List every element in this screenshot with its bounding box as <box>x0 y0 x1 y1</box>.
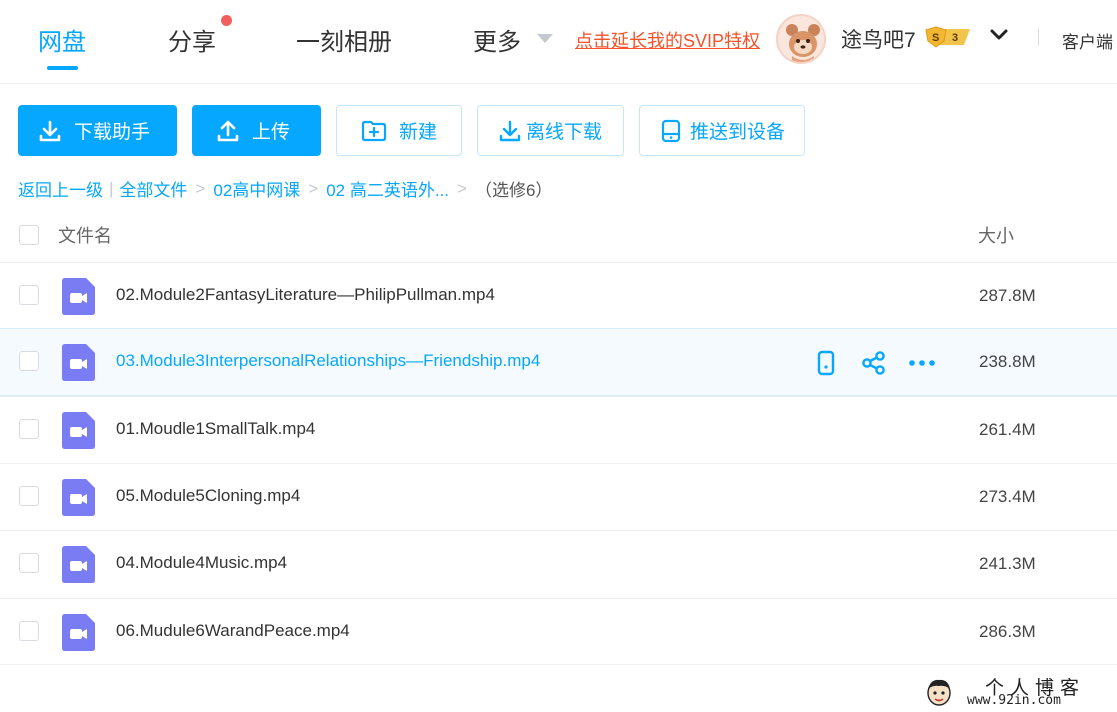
breadcrumb: 返回上一级 | 全部文件 > 02高中网课 > 02 高二英语外... > （选… <box>18 176 552 201</box>
file-name[interactable]: 06.Mudule6WarandPeace.mp4 <box>116 621 350 641</box>
video-file-icon <box>62 278 95 315</box>
file-size: 286.3M <box>979 622 1036 641</box>
file-size: 273.4M <box>979 487 1036 506</box>
nav-moment-album[interactable]: 一刻相册 <box>296 22 392 57</box>
nav-active-indicator <box>47 66 78 70</box>
breadcrumb-separator: > <box>308 178 319 198</box>
svip-badge: S 3 <box>924 26 972 48</box>
file-name[interactable]: 01.Moudle1SmallTalk.mp4 <box>116 419 315 439</box>
video-file-icon <box>62 546 95 583</box>
table-row[interactable]: 05.Module5Cloning.mp4 273.4M <box>0 463 1117 530</box>
table-row[interactable]: 02.Module2FantasyLiterature—PhilipPullma… <box>0 262 1117 329</box>
select-all-checkbox[interactable] <box>19 225 39 245</box>
row-checkbox[interactable] <box>19 285 39 305</box>
new-folder-button[interactable]: 新建 <box>336 105 462 156</box>
file-size: 287.8M <box>979 286 1036 305</box>
table-row[interactable]: 06.Mudule6WarandPeace.mp4 286.3M <box>0 598 1117 665</box>
share-icon[interactable] <box>860 349 888 377</box>
cartoon-face-icon <box>927 679 951 706</box>
row-checkbox[interactable] <box>19 553 39 573</box>
offline-download-label: 离线下载 <box>526 122 603 143</box>
push-to-device-button[interactable]: 推送到设备 <box>639 105 805 156</box>
file-name[interactable]: 04.Module4Music.mp4 <box>116 553 287 573</box>
caret-down-icon[interactable] <box>537 34 553 43</box>
device-icon <box>661 119 681 142</box>
breadcrumb-level1[interactable]: 02高中网课 <box>213 176 300 201</box>
offline-download-button[interactable]: 离线下载 <box>477 105 624 156</box>
new-folder-label: 新建 <box>399 122 438 143</box>
breadcrumb-current: （选修6） <box>474 181 553 200</box>
table-row[interactable]: 03.Module3InterpersonalRelationships—Fri… <box>0 328 1117 396</box>
push-to-device-label: 推送到设备 <box>690 122 786 143</box>
top-navigation: 网盘 分享 一刻相册 更多 点击延长我的SVIP特权 途鸟吧7 S 3 客户端 <box>0 0 1117 84</box>
video-file-icon <box>62 614 95 651</box>
breadcrumb-level2[interactable]: 02 高二英语外... <box>326 176 449 201</box>
download-helper-label: 下载助手 <box>74 122 151 143</box>
upload-button[interactable]: 上传 <box>192 105 321 156</box>
blog-watermark: 个人博客 www.92in.com <box>925 673 1117 712</box>
row-checkbox[interactable] <box>19 621 39 641</box>
breadcrumb-all-files[interactable]: 全部文件 <box>119 176 187 201</box>
table-row[interactable]: 01.Moudle1SmallTalk.mp4 261.4M <box>0 396 1117 463</box>
row-checkbox[interactable] <box>19 486 39 506</box>
video-file-icon <box>62 479 95 516</box>
video-file-icon <box>62 412 95 449</box>
breadcrumb-divider: | <box>109 178 114 198</box>
chevron-down-icon[interactable] <box>989 27 1009 43</box>
offline-download-icon <box>499 120 521 141</box>
file-size: 238.8M <box>979 352 1036 371</box>
breadcrumb-separator: > <box>195 178 206 198</box>
new-folder-icon <box>361 120 387 141</box>
nav-divider <box>1038 28 1039 46</box>
nav-more[interactable]: 更多 <box>473 22 521 57</box>
file-name[interactable]: 03.Module3InterpersonalRelationships—Fri… <box>116 351 540 371</box>
nav-netdisk[interactable]: 网盘 <box>38 22 86 57</box>
vip-level: 3 <box>952 32 958 44</box>
row-checkbox[interactable] <box>19 419 39 439</box>
file-size: 241.3M <box>979 554 1036 573</box>
more-options-icon[interactable] <box>908 349 936 377</box>
upload-label: 上传 <box>252 122 291 143</box>
file-name[interactable]: 02.Module2FantasyLiterature—PhilipPullma… <box>116 285 495 305</box>
share-notification-dot <box>221 15 232 26</box>
svip-promo-link[interactable]: 点击延长我的SVIP特权 <box>575 27 760 53</box>
vip-symbol: S <box>932 32 939 44</box>
column-header-name[interactable]: 文件名 <box>58 222 112 248</box>
avatar[interactable] <box>776 14 826 64</box>
username[interactable]: 途鸟吧7 <box>841 24 916 54</box>
phone-icon[interactable] <box>812 349 840 377</box>
file-size: 261.4M <box>979 420 1036 439</box>
video-file-icon <box>62 344 95 381</box>
watermark-url: www.92in.com <box>967 693 1061 708</box>
breadcrumb-back[interactable]: 返回上一级 <box>18 176 103 201</box>
nav-share[interactable]: 分享 <box>168 22 216 57</box>
row-checkbox[interactable] <box>19 351 39 371</box>
breadcrumb-separator: > <box>457 178 467 198</box>
download-icon <box>39 120 61 141</box>
download-helper-button[interactable]: 下载助手 <box>18 105 177 156</box>
column-header-size[interactable]: 大小 <box>978 222 1014 248</box>
table-row[interactable]: 04.Module4Music.mp4 241.3M <box>0 530 1117 597</box>
upload-icon <box>217 120 239 141</box>
client-download-link[interactable]: 客户端 <box>1062 28 1113 53</box>
file-name[interactable]: 05.Module5Cloning.mp4 <box>116 486 300 506</box>
